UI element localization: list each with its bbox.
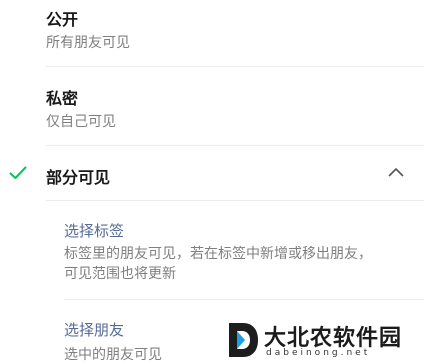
option-public-title: 公开 bbox=[46, 10, 79, 29]
select-friends-desc: 选中的朋友可见 bbox=[64, 347, 162, 363]
select-tags-title: 选择标签 bbox=[64, 222, 125, 240]
check-icon bbox=[9, 166, 27, 179]
option-partial[interactable]: 部分可见 bbox=[0, 146, 424, 200]
option-public-desc: 所有朋友可见 bbox=[46, 35, 130, 51]
watermark-logo bbox=[229, 323, 258, 357]
option-private[interactable]: 私密 仅自己可见 bbox=[0, 67, 424, 145]
option-private-title: 私密 bbox=[46, 89, 79, 108]
option-public[interactable]: 公开 所有朋友可见 bbox=[0, 0, 424, 66]
sub-option-select-tags[interactable]: 选择标签 标签里的朋友可见，若在标签中新增或移出朋友，可见范围也将更新 bbox=[0, 201, 424, 299]
select-friends-title: 选择朋友 bbox=[64, 321, 125, 339]
visibility-settings-screen: 公开 所有朋友可见 私密 仅自己可见 部分可见 选择标签 标签里的朋友可见，若在… bbox=[0, 0, 424, 364]
option-partial-title: 部分可见 bbox=[46, 168, 111, 187]
watermark: 大北农软件园 dabeinong.net bbox=[226, 318, 424, 364]
option-private-desc: 仅自己可见 bbox=[46, 114, 116, 130]
watermark-url: dabeinong.net bbox=[266, 348, 371, 358]
select-tags-desc: 标签里的朋友可见，若在标签中新增或移出朋友，可见范围也将更新 bbox=[64, 246, 372, 282]
chevron-up-icon[interactable] bbox=[388, 167, 404, 177]
